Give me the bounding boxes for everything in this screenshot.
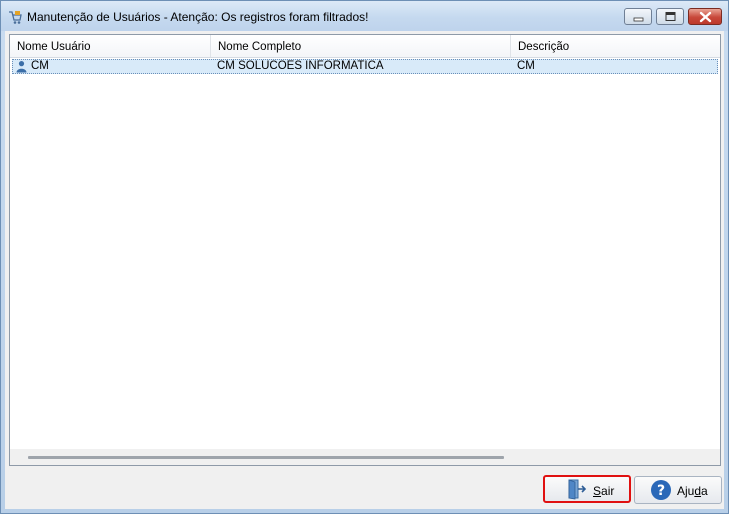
title-bar[interactable]: Manutenção de Usuários - Atenção: Os reg… <box>1 1 728 31</box>
users-list[interactable]: Nome Usuário Nome Completo Descrição CM … <box>9 34 721 466</box>
ajuda-label-prefix: Aju <box>677 484 695 498</box>
minimize-button[interactable] <box>624 8 652 25</box>
cell-descricao: CM <box>517 60 535 72</box>
close-icon <box>699 11 712 23</box>
maximize-button[interactable] <box>656 8 684 25</box>
scrollbar-thumb[interactable] <box>28 456 504 459</box>
svg-text:?: ? <box>657 483 665 499</box>
help-icon: ? <box>651 480 671 500</box>
window: Manutenção de Usuários - Atenção: Os reg… <box>0 0 729 514</box>
sair-button[interactable]: Sair <box>543 475 631 503</box>
exit-door-icon <box>568 479 587 500</box>
ajuda-button[interactable]: ? Ajuda <box>634 476 722 504</box>
table-row[interactable]: CM CM SOLUCOES INFORMATICA CM <box>12 59 718 74</box>
user-icon <box>15 60 28 73</box>
cell-nome-completo: CM SOLUCOES INFORMATICA <box>217 60 384 72</box>
column-header-nome-usuario[interactable]: Nome Usuário <box>10 35 211 57</box>
cell-nome-usuario: CM <box>31 60 49 72</box>
ajuda-label: Ajuda <box>677 484 708 498</box>
maximize-icon <box>665 12 676 21</box>
client-area: Nome Usuário Nome Completo Descrição CM … <box>5 31 724 509</box>
column-header-nome-completo[interactable]: Nome Completo <box>211 35 511 57</box>
app-icon <box>7 9 23 25</box>
ajuda-label-rest: a <box>701 484 708 498</box>
minimize-icon <box>633 17 644 22</box>
horizontal-scrollbar[interactable] <box>10 449 720 465</box>
close-button[interactable] <box>688 8 722 25</box>
window-title: Manutenção de Usuários - Atenção: Os reg… <box>27 10 369 24</box>
sair-label-rest: air <box>601 484 615 498</box>
column-header-descricao[interactable]: Descrição <box>511 35 720 57</box>
sair-mnemonic: S <box>593 484 602 498</box>
sair-label: Sair <box>593 484 614 498</box>
list-header: Nome Usuário Nome Completo Descrição <box>10 35 720 58</box>
